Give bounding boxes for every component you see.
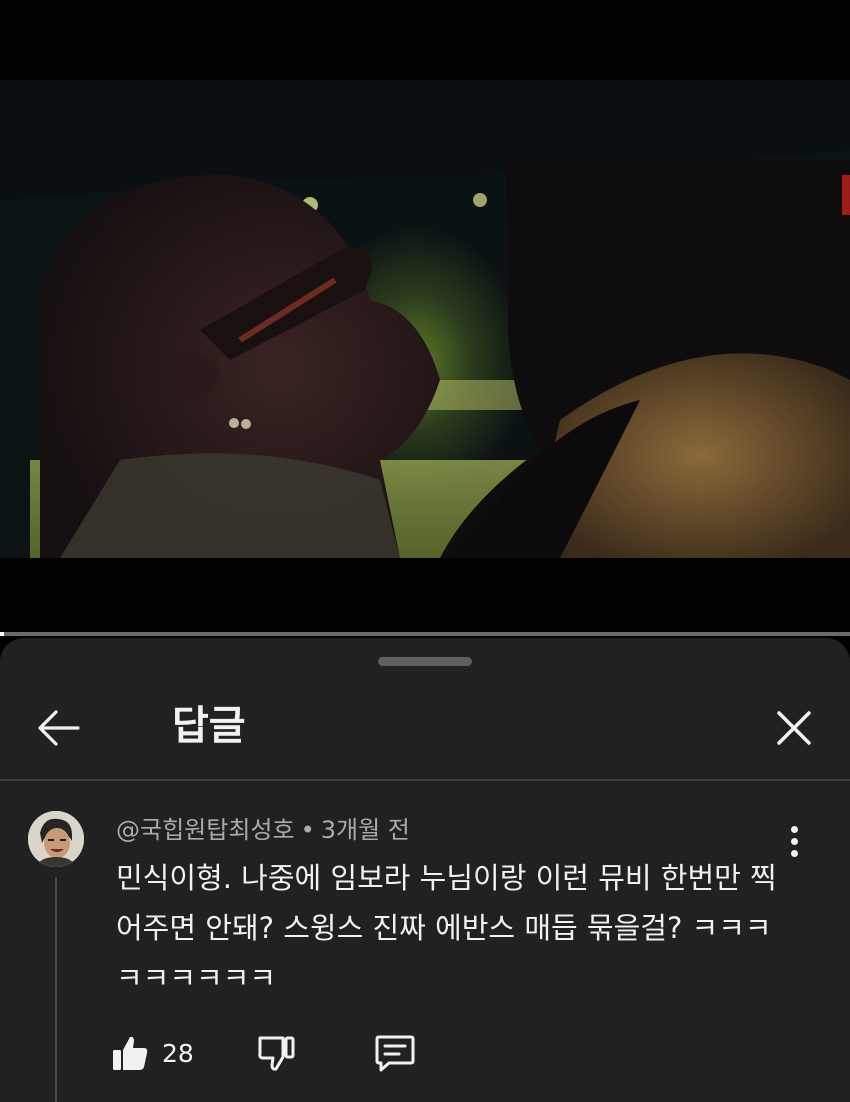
video-progress-bar[interactable]: [0, 632, 850, 636]
sheet-drag-handle[interactable]: [378, 657, 472, 666]
sheet-title: 답글: [172, 703, 246, 749]
comment-time: 3개월 전: [320, 816, 410, 844]
reply-button[interactable]: [374, 1025, 416, 1081]
like-count: 28: [162, 1038, 194, 1068]
comment-actions: 28: [110, 1025, 416, 1081]
close-button[interactable]: [766, 700, 822, 756]
comment-item: @국힙원탑최성호 • 3개월 전 민식이형. 나중에 임보라 누님이랑 이런 뮤비 …: [0, 781, 850, 1102]
like-button[interactable]: 28: [110, 1025, 194, 1081]
more-vertical-icon: [790, 825, 798, 833]
avatar-image: [28, 811, 84, 867]
video-player[interactable]: [0, 0, 850, 636]
video-still-image: [0, 80, 850, 558]
thumbs-down-icon: [258, 1036, 295, 1071]
sheet-header: 답글: [0, 678, 850, 778]
video-frame[interactable]: [0, 80, 850, 558]
comment-text: 민식이형. 나중에 임보라 누님이랑 이런 뮤비 한번만 찍어주면 안돼? 스윙…: [116, 861, 777, 995]
arrow-left-icon: [38, 710, 80, 746]
back-button[interactable]: [30, 700, 86, 756]
replies-sheet: 답글 @국힙원탑최성호 • 3개월 전 민식이형. 나중에 임보라 누님이랑 이…: [0, 638, 850, 1102]
comment-meta: @국힙원탑최성호 • 3개월 전: [116, 813, 410, 847]
dislike-button[interactable]: [256, 1025, 296, 1081]
video-progress-fill: [0, 632, 5, 636]
close-icon: [777, 711, 811, 745]
more-vertical-icon-dot: [790, 837, 798, 845]
avatar[interactable]: [28, 811, 84, 867]
meta-separator: •: [300, 816, 315, 844]
thumbs-up-icon: [113, 1036, 148, 1070]
thread-line: [55, 877, 57, 1102]
comment-author[interactable]: @국힙원탑최성호: [116, 816, 295, 844]
reply-comment-icon: [375, 1035, 415, 1072]
